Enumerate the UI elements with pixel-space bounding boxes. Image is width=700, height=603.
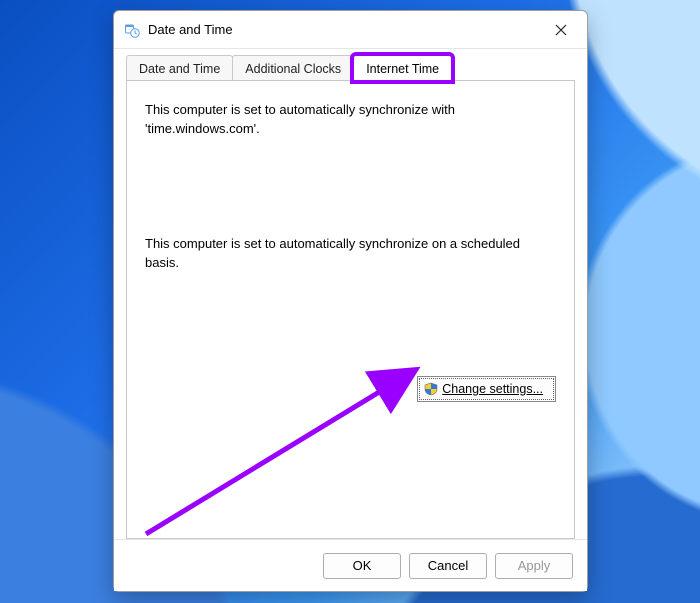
apply-button: Apply [495, 553, 573, 579]
tab-label: Additional Clocks [245, 62, 341, 76]
tab-date-and-time[interactable]: Date and Time [126, 55, 233, 81]
tab-label: Internet Time [366, 62, 439, 76]
apply-label: Apply [518, 558, 551, 573]
ok-button[interactable]: OK [323, 553, 401, 579]
ok-label: OK [353, 558, 372, 573]
date-and-time-dialog: Date and Time Date and Time Additional C… [113, 10, 588, 592]
tab-label: Date and Time [139, 62, 220, 76]
client-area: Date and Time Additional Clocks Internet… [114, 49, 587, 539]
sync-server-text: This computer is set to automatically sy… [145, 101, 556, 139]
cancel-button[interactable]: Cancel [409, 553, 487, 579]
sync-schedule-text: This computer is set to automatically sy… [145, 235, 556, 273]
close-button[interactable] [539, 15, 583, 45]
cancel-label: Cancel [428, 558, 468, 573]
tab-internet-time[interactable]: Internet Time [353, 55, 452, 81]
uac-shield-icon [424, 382, 438, 396]
tab-additional-clocks[interactable]: Additional Clocks [232, 55, 354, 81]
change-settings-button[interactable]: Change settings... [417, 376, 556, 402]
tabstrip: Date and Time Additional Clocks Internet… [126, 53, 575, 81]
dialog-footer: OK Cancel Apply [114, 539, 587, 591]
clock-icon [124, 22, 140, 38]
internet-time-panel: This computer is set to automatically sy… [126, 80, 575, 539]
change-settings-label: Change settings... [442, 382, 543, 396]
window-title: Date and Time [148, 22, 539, 37]
titlebar: Date and Time [114, 11, 587, 49]
